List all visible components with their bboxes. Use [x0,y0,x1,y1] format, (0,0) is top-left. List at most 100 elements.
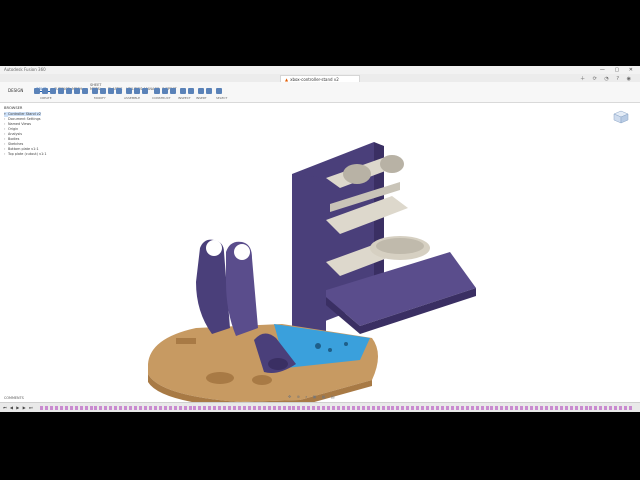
timeline-feature[interactable] [604,406,608,410]
timeline-feature[interactable] [242,406,246,410]
fillet-icon[interactable] [100,88,106,94]
timeline-feature[interactable] [337,406,340,410]
timeline-feature[interactable] [401,406,405,410]
timeline-feature[interactable] [129,406,133,410]
timeline-feature[interactable] [490,406,494,410]
timeline-feature[interactable] [252,406,256,410]
timeline-feature[interactable] [346,406,350,410]
timeline-feature[interactable] [188,406,192,410]
group-create[interactable]: CREATE [40,96,52,100]
view-cube-icon[interactable] [613,110,629,124]
timeline-feature[interactable] [139,406,142,410]
timeline-feature[interactable] [619,406,623,410]
navigation-bar[interactable]: ✥ ⊕ ⌕ ▣ ▦ ▤ [288,394,337,399]
timeline-feature[interactable] [292,406,296,410]
timeline-feature[interactable] [559,406,563,410]
timeline-feature[interactable] [218,406,222,410]
chamfer-icon[interactable] [108,88,114,94]
point-icon[interactable] [170,88,176,94]
insert-svg-icon[interactable] [206,88,212,94]
timeline-feature[interactable] [64,406,68,410]
timeline-feature[interactable] [465,406,469,410]
timeline-playback-controls[interactable]: ⏮ ◀ ▶ ▶ ⏭ [3,405,34,410]
timeline-feature[interactable] [114,406,118,410]
timeline-feature[interactable] [480,406,484,410]
timeline-feature[interactable] [386,406,390,410]
timeline-feature[interactable] [178,406,182,410]
comments-panel[interactable]: COMMENTS [4,396,24,400]
timeline-feature[interactable] [396,406,400,410]
timeline-feature[interactable] [460,406,464,410]
timeline-feature[interactable] [530,406,534,410]
group-construct[interactable]: CONSTRUCT [152,96,171,100]
document-tab[interactable]: ▲ xbox-controller-stand v2 [280,75,360,82]
timeline-feature[interactable] [584,406,588,410]
timeline-feature[interactable] [287,406,291,410]
timeline-feature[interactable] [84,406,88,410]
timeline-feature[interactable] [282,406,286,410]
timeline-feature[interactable] [272,406,276,410]
timeline-feature[interactable] [203,406,207,410]
timeline-feature[interactable] [544,406,548,410]
timeline-feature[interactable] [440,406,444,410]
revolve-icon[interactable] [58,88,64,94]
timeline-feature[interactable] [485,406,489,410]
timeline-feature[interactable] [361,406,365,410]
timeline-feature[interactable] [247,406,251,410]
timeline-feature[interactable] [356,406,360,410]
timeline-feature[interactable] [54,406,58,410]
timeline-feature[interactable] [515,406,519,410]
timeline-feature[interactable] [450,406,454,410]
timeline-feature[interactable] [267,406,271,410]
timeline-feature[interactable] [143,406,147,410]
timeline-feature[interactable] [495,406,499,410]
group-assemble[interactable]: ASSEMBLE [124,96,140,100]
timeline-feature[interactable] [74,406,78,410]
timeline-feature[interactable] [569,406,573,410]
new-component-icon[interactable] [34,88,40,94]
extrude-icon[interactable] [50,88,56,94]
timeline-feature[interactable] [99,406,103,410]
timeline-feature[interactable] [69,406,73,410]
timeline-feature[interactable] [589,406,593,410]
timeline-feature[interactable] [44,406,48,410]
timeline-feature[interactable] [193,406,197,410]
timeline-feature[interactable] [520,406,524,410]
timeline-feature[interactable] [426,406,430,410]
timeline-feature[interactable] [168,406,172,410]
timeline-feature[interactable] [406,406,410,410]
timeline-feature[interactable] [322,406,326,410]
timeline-feature[interactable] [535,406,538,410]
timeline-feature[interactable] [104,406,108,410]
timeline-feature[interactable] [510,406,514,410]
account-icons[interactable]: ＋ ⟳ ◔ ? ◉ [580,75,634,82]
timeline-feature[interactable] [366,406,370,410]
shell-icon[interactable] [116,88,122,94]
timeline-feature[interactable] [183,406,187,410]
timeline-feature[interactable] [455,406,459,410]
timeline-feature[interactable] [59,406,63,410]
timeline-feature[interactable] [376,406,380,410]
as-built-joint-icon[interactable] [134,88,140,94]
offset-plane-icon[interactable] [154,88,160,94]
timeline-feature[interactable] [500,406,504,410]
group-select[interactable]: SELECT [216,96,227,100]
press-pull-icon[interactable] [92,88,98,94]
timeline-feature[interactable] [327,406,331,410]
timeline-feature[interactable] [505,406,509,410]
timeline-feature[interactable] [445,406,449,410]
timeline-feature[interactable] [594,406,598,410]
group-inspect[interactable]: INSPECT [178,96,191,100]
timeline-feature[interactable] [277,406,281,410]
timeline-feature[interactable] [436,406,439,410]
interference-icon[interactable] [188,88,194,94]
timeline-feature[interactable] [213,406,217,410]
timeline-feature[interactable] [614,406,618,410]
timeline-feature[interactable] [228,406,232,410]
timeline-feature[interactable] [134,406,138,410]
timeline-feature[interactable] [525,406,529,410]
timeline-feature[interactable] [549,406,553,410]
timeline-feature[interactable] [381,406,385,410]
mirror-icon[interactable] [82,88,88,94]
timeline-feature[interactable] [629,406,633,410]
